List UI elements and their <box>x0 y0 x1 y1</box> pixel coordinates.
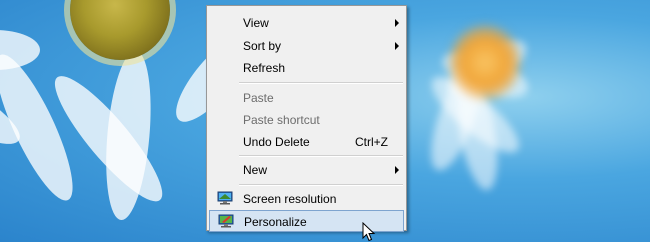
menu-item-paste-shortcut[interactable]: Paste shortcut <box>209 109 404 131</box>
menu-item-label: Screen resolution <box>243 192 337 206</box>
mouse-pointer-icon <box>362 222 376 242</box>
menu-item-shortcut: Ctrl+Z <box>355 135 388 149</box>
menu-item-label: Paste shortcut <box>243 113 320 127</box>
menu-item-refresh[interactable]: Refresh <box>209 57 404 79</box>
submenu-arrow-icon <box>395 42 399 50</box>
menu-item-label: Personalize <box>244 215 307 229</box>
menu-item-screen-resolution[interactable]: Screen resolution <box>209 188 404 210</box>
menu-item-undo-delete[interactable]: Undo Delete Ctrl+Z <box>209 131 404 153</box>
menu-separator <box>239 184 403 186</box>
menu-item-sort-by[interactable]: Sort by <box>209 35 404 57</box>
menu-item-label: Paste <box>243 91 274 105</box>
desktop-context-menu: View Sort by Refresh Paste Paste shortcu… <box>206 5 407 232</box>
submenu-arrow-icon <box>395 166 399 174</box>
submenu-arrow-icon <box>395 19 399 27</box>
personalize-monitor-icon <box>218 214 234 228</box>
menu-item-label: Refresh <box>243 61 286 75</box>
menu-item-view[interactable]: View <box>209 12 404 34</box>
menu-item-paste[interactable]: Paste <box>209 87 404 109</box>
menu-item-label: View <box>243 16 269 30</box>
menu-item-label: Undo Delete <box>243 135 310 149</box>
monitor-icon <box>217 191 233 205</box>
menu-separator <box>239 155 403 157</box>
menu-separator <box>239 82 403 84</box>
menu-item-label: New <box>243 163 268 177</box>
menu-item-new[interactable]: New <box>209 159 404 181</box>
menu-item-label: Sort by <box>243 39 282 53</box>
